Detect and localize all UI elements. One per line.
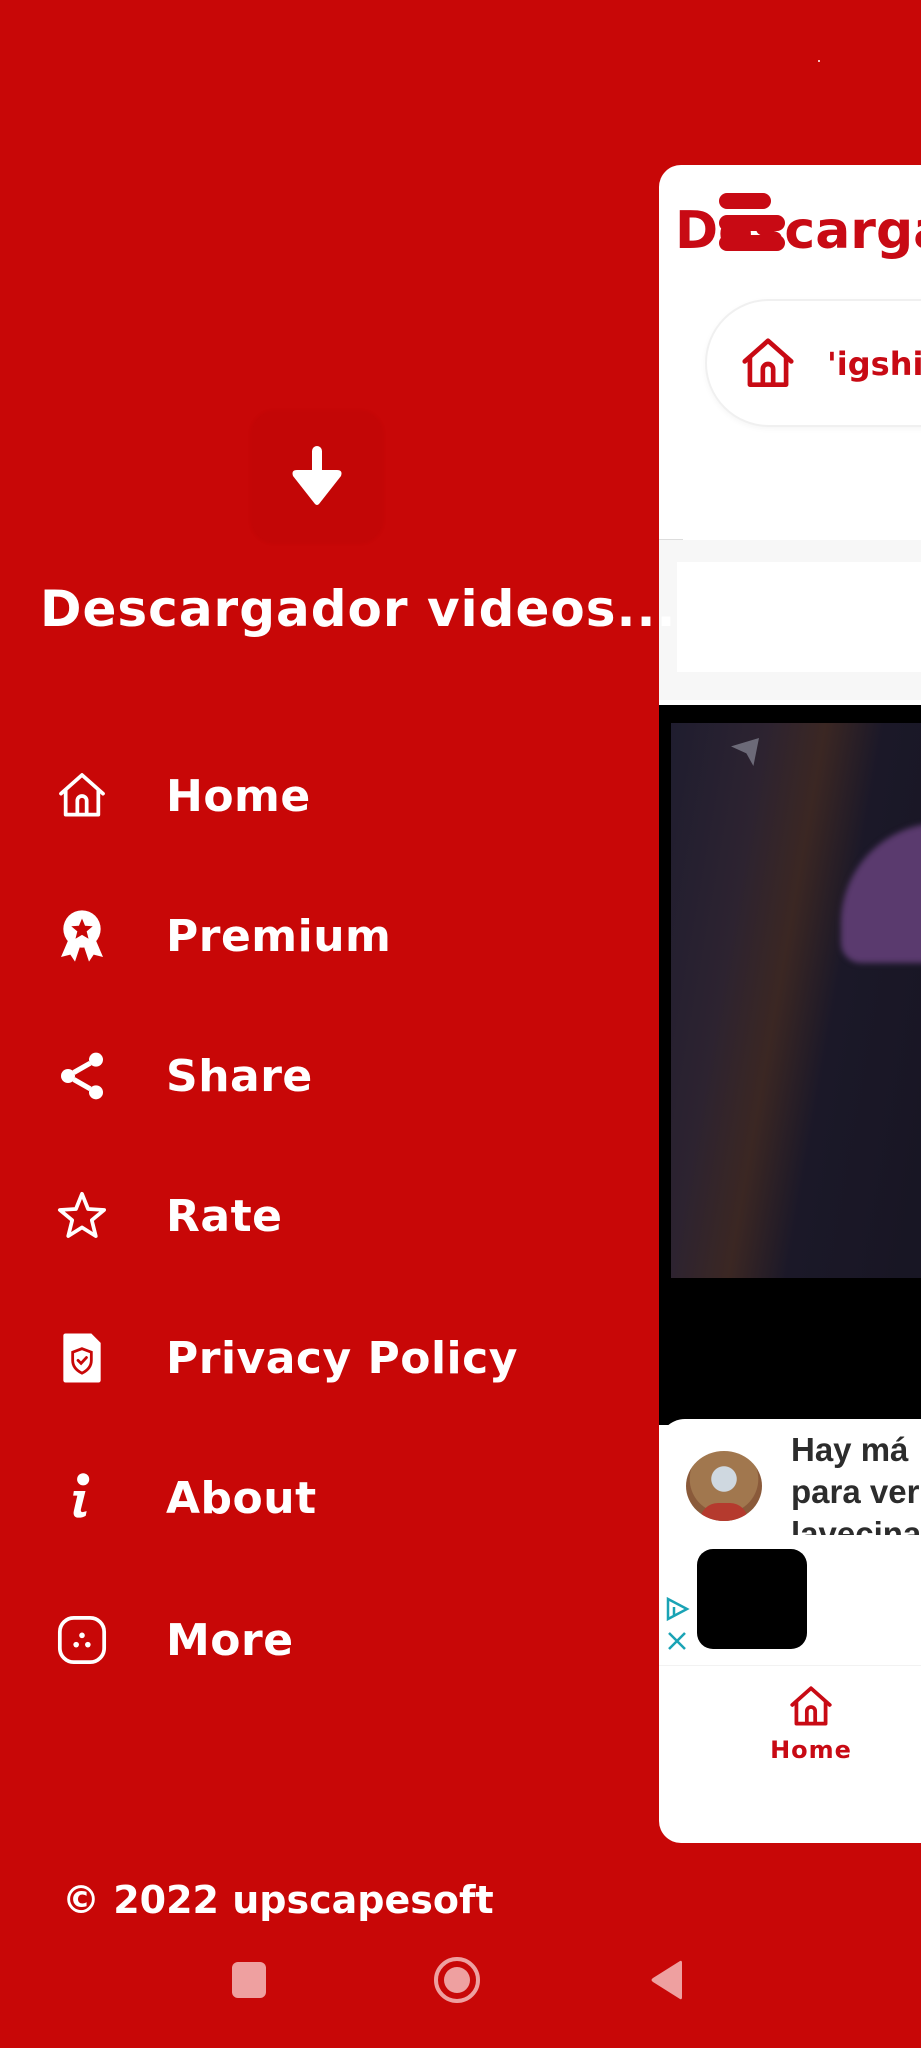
- menu-item-label: Home: [166, 770, 311, 822]
- content-area: [659, 540, 921, 700]
- home-icon: [790, 1686, 832, 1726]
- ad-headline[interactable]: Hay má para ver lavecina: [791, 1429, 921, 1535]
- system-navigation-bar: [0, 1950, 921, 2030]
- app-header-title: Descargad: [675, 201, 921, 261]
- menu-item-home[interactable]: Home: [0, 746, 640, 846]
- bottom-navigation: Home: [659, 1665, 921, 1785]
- home-icon[interactable]: [737, 333, 799, 395]
- video-player[interactable]: [659, 705, 921, 1425]
- navigation-drawer: Descargador videos... Home Premium Share…: [0, 0, 675, 2048]
- download-arrow-icon: [292, 446, 342, 505]
- main-app-card[interactable]: Descargad 'igshi: [659, 165, 921, 1843]
- more-apps-icon: [57, 1615, 107, 1665]
- back-triangle-icon: [651, 1960, 682, 2000]
- status-indicator: [818, 60, 820, 62]
- menu-item-privacy-policy[interactable]: Privacy Policy: [0, 1308, 640, 1408]
- close-icon: [668, 1632, 686, 1650]
- back-button[interactable]: [636, 1950, 696, 2010]
- menu-item-label: About: [166, 1472, 317, 1524]
- nav-home-tab[interactable]: Home: [770, 1682, 852, 1782]
- privacy-document-shield-icon: [63, 1333, 101, 1383]
- ad-headline-line: Hay má: [791, 1431, 909, 1468]
- ad-headline-line: para ver: [791, 1473, 920, 1510]
- menu-item-label: Privacy Policy: [166, 1332, 518, 1384]
- home-icon: [59, 773, 105, 817]
- share-icon: [61, 1052, 103, 1100]
- adchoices-icon[interactable]: [665, 1595, 691, 1655]
- ad-headline-line: lavecina: [791, 1515, 921, 1535]
- star-outline-icon: [57, 1191, 107, 1238]
- home-button[interactable]: [427, 1950, 487, 2010]
- screen: Descargad 'igshi: [0, 0, 921, 2048]
- url-input[interactable]: 'igshi: [705, 299, 921, 427]
- recents-button[interactable]: [219, 1950, 279, 2010]
- menu-item-label: Rate: [166, 1190, 283, 1242]
- drawer-app-name: Descargador videos...: [40, 580, 677, 638]
- ad-avatar[interactable]: [686, 1451, 762, 1521]
- info-icon: [73, 1473, 90, 1518]
- nav-home-label: Home: [770, 1736, 852, 1764]
- menu-hamburger-icon[interactable]: [719, 193, 785, 251]
- menu-item-more[interactable]: More: [0, 1590, 640, 1690]
- menu-item-label: Share: [166, 1050, 313, 1102]
- menu-item-label: More: [166, 1614, 294, 1666]
- menu-item-share[interactable]: Share: [0, 1026, 640, 1126]
- video-thumbnail[interactable]: [671, 723, 921, 1278]
- home-circle-icon: [434, 1957, 480, 2003]
- url-text: 'igshi: [827, 345, 921, 383]
- content-panel: [677, 562, 921, 672]
- copyright-text: © 2022 upscapesoft: [62, 1878, 494, 1922]
- menu-item-about[interactable]: About: [0, 1448, 640, 1548]
- recents-icon: [232, 1962, 266, 1998]
- menu-item-rate[interactable]: Rate: [0, 1166, 640, 1266]
- video-watermark: [731, 738, 759, 766]
- app-logo: [252, 412, 382, 542]
- ad-media[interactable]: [697, 1549, 807, 1649]
- video-scene: [841, 823, 921, 963]
- menu-item-premium[interactable]: Premium: [0, 886, 640, 986]
- menu-item-label: Premium: [166, 910, 392, 962]
- award-badge-icon: [61, 910, 103, 962]
